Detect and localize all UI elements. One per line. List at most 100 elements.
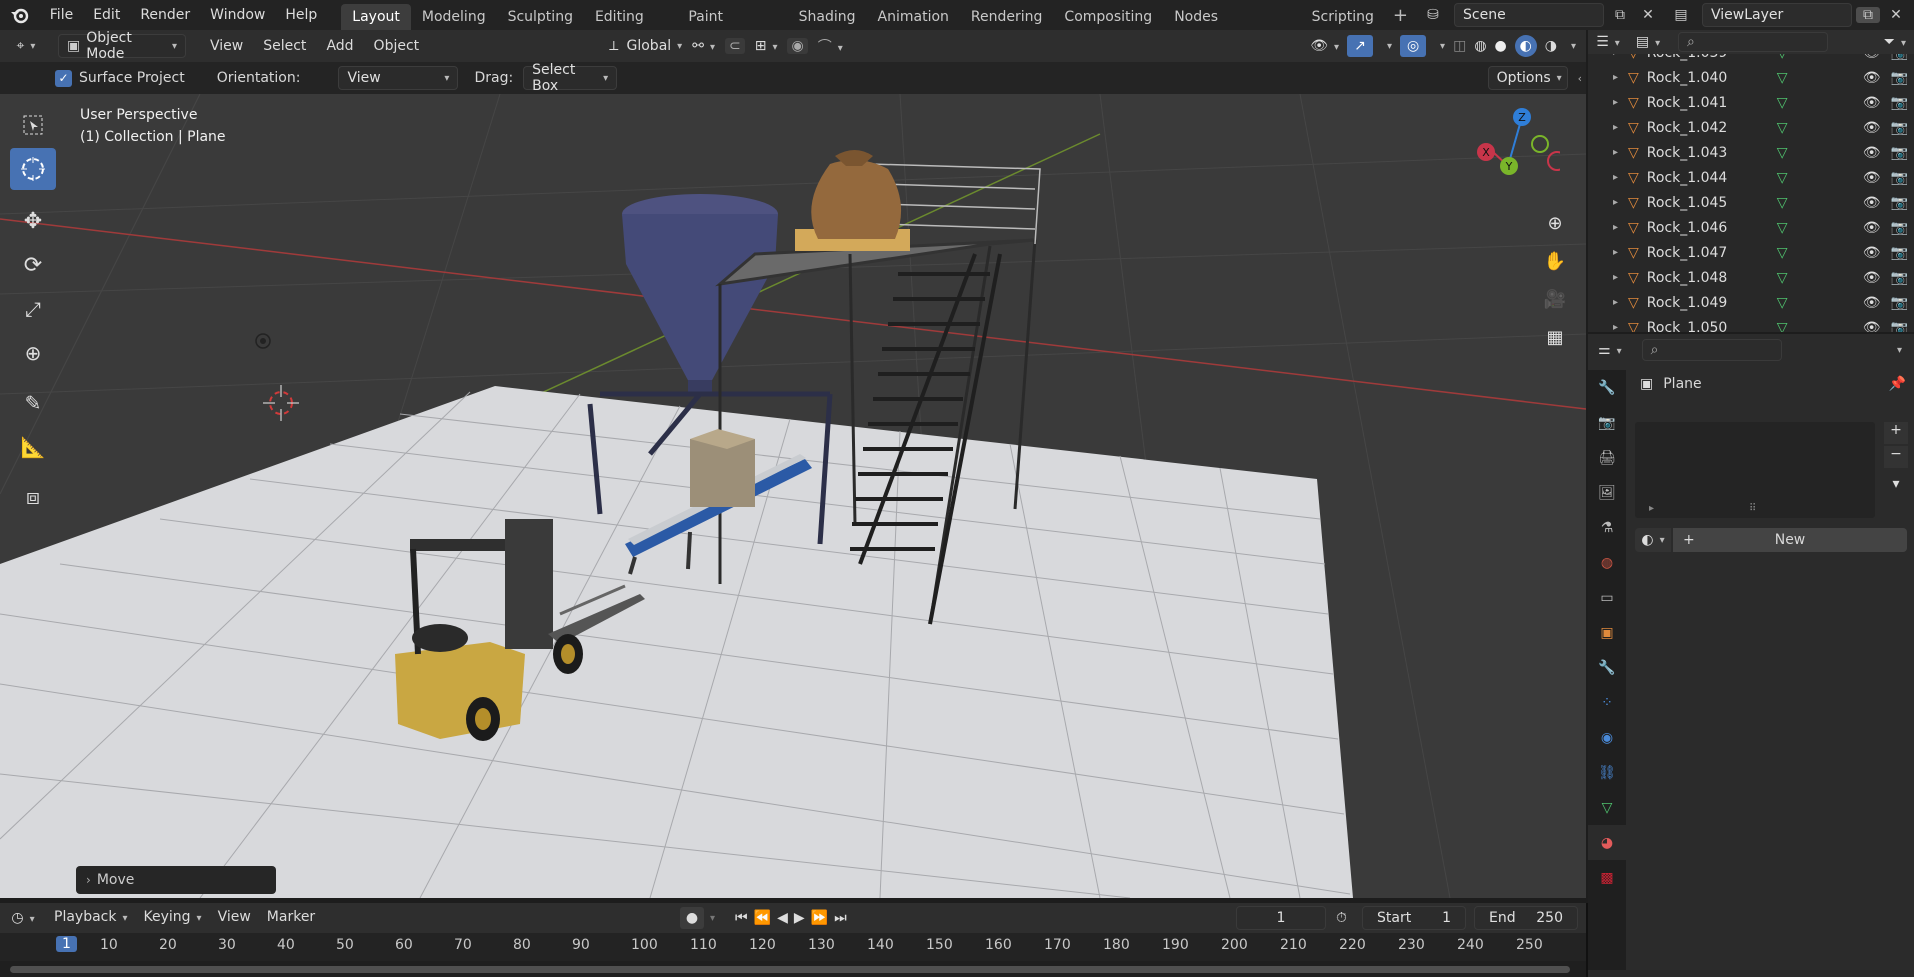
timeline-ruler[interactable]: 1 10 20 30 40 50 60 70 80 90 100 110 120 130 140 150 160… (0, 933, 1586, 961)
timeline-menu-keying[interactable]: Keying ▾ (136, 903, 210, 933)
properties-search-input[interactable]: ⌕ (1641, 339, 1782, 361)
record-icon[interactable]: ● (680, 907, 704, 929)
timeline-editor-icon[interactable]: ◷ ▾ (0, 910, 46, 926)
annotate-tool-icon[interactable]: ✎ (10, 382, 56, 424)
visibility-eye-icon[interactable]: 👁 (1863, 270, 1881, 286)
add-workspace-icon[interactable]: + (1385, 5, 1416, 26)
current-frame-field[interactable]: 1 (1236, 906, 1326, 930)
data-tab-icon[interactable]: ▽ (1588, 790, 1626, 825)
mesh-data-icon[interactable]: ▽ (1777, 270, 1788, 286)
next-keyframe-icon[interactable]: ⏩ (811, 910, 828, 926)
gizmo-toggle-icon[interactable]: ↗ (1347, 35, 1374, 57)
stopwatch-icon[interactable]: ⏱ (1336, 910, 1347, 926)
outliner-row[interactable]: ▸ ▽ Rock_1.049 ▽ 👁 📷 (1588, 290, 1914, 315)
slot-menu-icon[interactable]: ▾ (1884, 476, 1908, 498)
expand-icon[interactable]: ▸ (1588, 172, 1618, 183)
scale-tool-icon[interactable]: ⤢ (10, 288, 56, 330)
menu-file[interactable]: File (40, 0, 83, 30)
tab-geometry-nodes[interactable]: Geometry Nodes (1163, 0, 1300, 30)
scene-close-icon[interactable]: ✕ (1636, 7, 1660, 23)
play-icon[interactable]: ▶ (794, 910, 805, 926)
mesh-data-icon[interactable]: ▽ (1777, 170, 1788, 186)
xray-icon[interactable]: ◫ (1453, 38, 1466, 54)
tab-animation[interactable]: Animation (867, 4, 960, 30)
render-camera-icon[interactable]: 📷 (1891, 220, 1908, 236)
visibility-icon[interactable]: 👁 ▾ (1310, 38, 1339, 54)
render-tab-icon[interactable]: 📷 (1588, 405, 1626, 440)
mesh-data-icon[interactable]: ▽ (1777, 245, 1788, 261)
expand-icon[interactable]: ▸ (1649, 503, 1654, 514)
outliner-search-input[interactable]: ⌕ (1678, 32, 1828, 52)
measure-tool-icon[interactable]: 📐 (10, 426, 56, 468)
outliner-row[interactable]: ▸ ▽ Rock_1.043 ▽ 👁 📷 (1588, 140, 1914, 165)
render-camera-icon[interactable]: 📷 (1891, 295, 1908, 311)
visibility-eye-icon[interactable]: 👁 (1863, 95, 1881, 111)
expand-icon[interactable]: ▸ (1588, 72, 1618, 83)
mesh-data-icon[interactable]: ▽ (1777, 95, 1788, 111)
visibility-eye-icon[interactable]: 👁 (1863, 120, 1881, 136)
expand-icon[interactable]: ▸ (1588, 272, 1618, 283)
visibility-eye-icon[interactable]: 👁 (1863, 145, 1881, 161)
pivot-point-icon[interactable]: ⚯ ▾ (692, 38, 715, 54)
viewport-menu-add[interactable]: Add (316, 32, 363, 60)
tab-rendering[interactable]: Rendering (960, 4, 1054, 30)
remove-slot-button[interactable]: − (1884, 446, 1908, 468)
tab-modeling[interactable]: Modeling (411, 4, 497, 30)
physics-tab-icon[interactable]: ◉ (1588, 720, 1626, 755)
mesh-data-icon[interactable]: ▽ (1777, 54, 1788, 61)
timeline-scrollbar[interactable] (0, 961, 1586, 977)
keying-set-icon[interactable]: ▾ (710, 913, 715, 924)
tool-tab-icon[interactable]: 🔧 (1588, 370, 1626, 405)
blender-logo-icon[interactable] (0, 6, 40, 24)
tab-layout[interactable]: Layout (341, 4, 411, 30)
mode-dropdown[interactable]: ▣ Object Mode ▾ (58, 30, 186, 62)
render-camera-icon[interactable]: 📷 (1891, 270, 1908, 286)
resize-grip-icon[interactable]: ⠿ (1749, 503, 1756, 514)
tab-shading[interactable]: Shading (788, 4, 867, 30)
properties-options-icon[interactable]: ▾ (1897, 345, 1902, 356)
outliner-row[interactable]: ▸ ▽ Rock_1.040 ▽ 👁 📷 (1588, 65, 1914, 90)
visibility-eye-icon[interactable]: 👁 (1863, 220, 1881, 236)
expand-icon[interactable]: ▸ (1588, 297, 1618, 308)
mesh-data-icon[interactable]: ▽ (1777, 295, 1788, 311)
prev-keyframe-icon[interactable]: ⏪ (754, 910, 771, 926)
falloff-icon[interactable]: ⌒ ▾ (818, 36, 843, 56)
world-tab-icon[interactable]: ◍ (1588, 545, 1626, 580)
outliner-row[interactable]: ▸ ▽ Rock_1.042 ▽ 👁 📷 (1588, 115, 1914, 140)
expand-icon[interactable]: ▸ (1588, 97, 1618, 108)
jump-end-icon[interactable]: ⏭ (834, 910, 847, 926)
zoom-icon[interactable]: ⊕ (1538, 206, 1572, 240)
overlay-dropdown-icon[interactable]: ▾ (1440, 41, 1445, 52)
gizmo-neg-y-icon[interactable] (1531, 135, 1549, 153)
view-layer-tab-icon[interactable]: 🖼 (1588, 475, 1626, 510)
mesh-data-icon[interactable]: ▽ (1777, 70, 1788, 86)
select-box-tool-icon[interactable] (10, 104, 56, 146)
new-material-button[interactable]: + New (1673, 528, 1907, 552)
tab-compositing[interactable]: Compositing (1053, 4, 1163, 30)
expand-icon[interactable]: ▸ (1588, 54, 1618, 58)
cursor-tool-icon[interactable] (10, 148, 56, 190)
viewport-menu-view[interactable]: View (200, 32, 253, 60)
last-operator-panel[interactable]: › Move (76, 866, 276, 894)
outliner-row[interactable]: ▸ ▽ Rock_1.041 ▽ 👁 📷 (1588, 90, 1914, 115)
expand-icon[interactable]: ▸ (1588, 122, 1618, 133)
transform-orientation-dropdown[interactable]: ⟂ Global ▾ (609, 38, 682, 54)
scene-tab-icon[interactable]: ⚗ (1588, 510, 1626, 545)
menu-window[interactable]: Window (200, 0, 275, 30)
object-tab-icon[interactable]: ▣ (1588, 615, 1626, 650)
expand-icon[interactable]: ▸ (1588, 322, 1618, 332)
tab-scripting[interactable]: Scripting (1301, 4, 1385, 30)
mesh-data-icon[interactable]: ▽ (1777, 320, 1788, 333)
overlay-toggle-icon[interactable]: ◎ (1400, 35, 1427, 57)
play-reverse-icon[interactable]: ◀ (777, 910, 788, 926)
outliner-row[interactable]: ▸ ▽ Rock_1.046 ▽ 👁 📷 (1588, 215, 1914, 240)
orientation-dropdown[interactable]: View ▾ (338, 66, 459, 90)
mesh-data-icon[interactable]: ▽ (1777, 120, 1788, 136)
shading-material-icon[interactable]: ◐ (1514, 35, 1537, 57)
render-camera-icon[interactable]: 📷 (1891, 120, 1908, 136)
menu-help[interactable]: Help (275, 0, 327, 30)
particles-tab-icon[interactable]: ⁘ (1588, 685, 1626, 720)
material-tab-icon[interactable]: ◕ (1588, 825, 1626, 860)
tab-sculpting[interactable]: Sculpting (497, 4, 584, 30)
mesh-data-icon[interactable]: ▽ (1777, 145, 1788, 161)
